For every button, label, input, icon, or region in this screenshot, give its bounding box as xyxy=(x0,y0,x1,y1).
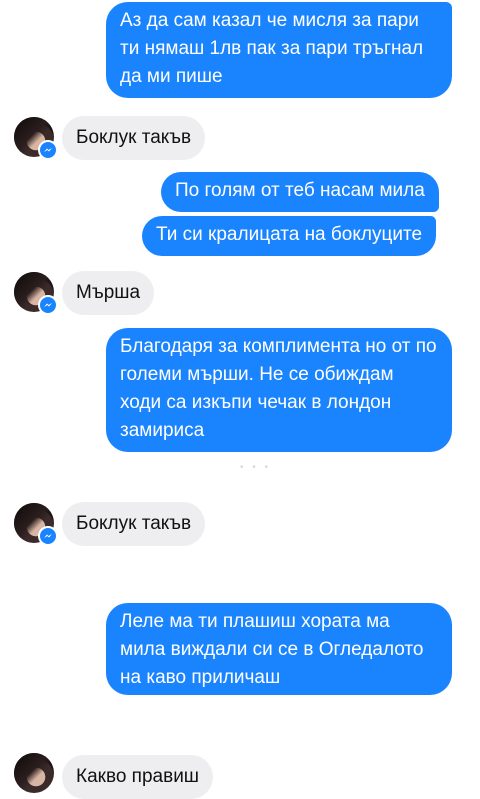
faint-divider-dots: • • • xyxy=(240,462,272,473)
outgoing-message-bubble[interactable]: Аз да сам казал че мисля за пари ти няма… xyxy=(106,2,452,98)
messenger-badge-icon xyxy=(38,140,58,160)
contact-avatar[interactable] xyxy=(14,272,58,315)
contact-avatar[interactable] xyxy=(14,753,54,793)
outgoing-message-bubble[interactable]: Благодаря за комплимента но от по големи… xyxy=(106,328,452,452)
outgoing-message-bubble[interactable]: Леле ма ти плашиш хората ма мила виждали… xyxy=(106,603,452,695)
messenger-badge-icon xyxy=(38,295,58,315)
incoming-message-bubble[interactable]: Какво правиш xyxy=(62,755,214,799)
contact-avatar[interactable] xyxy=(14,503,58,546)
incoming-message-bubble[interactable]: Мърша xyxy=(62,271,155,315)
outgoing-message-bubble[interactable]: Ти си кралицата на боклуците xyxy=(142,216,437,256)
avatar-photo xyxy=(14,753,54,793)
contact-avatar[interactable] xyxy=(14,117,58,160)
incoming-message-bubble[interactable]: Боклук такъв xyxy=(62,502,206,546)
incoming-message-bubble[interactable]: Боклук такъв xyxy=(62,116,206,160)
messenger-badge-icon xyxy=(38,526,58,546)
outgoing-message-bubble[interactable]: По голям от теб насам мила xyxy=(161,172,439,212)
